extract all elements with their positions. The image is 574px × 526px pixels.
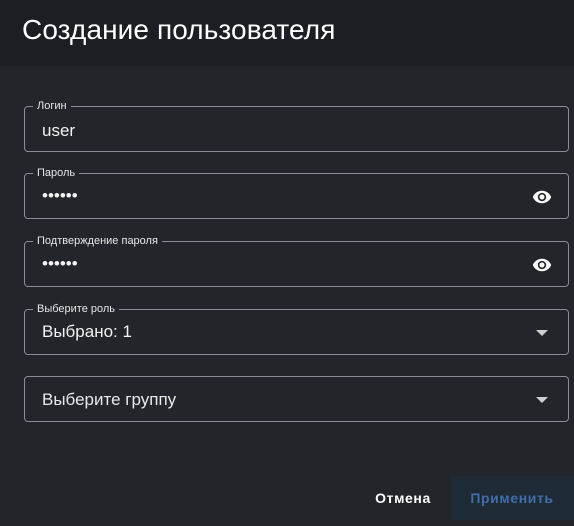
eye-icon[interactable] [530,187,554,207]
login-input[interactable]: user [42,121,75,141]
chevron-down-icon[interactable] [536,330,548,336]
dialog-header: Создание пользователя [0,0,574,66]
role-select[interactable]: Выберите роль Выбрано: 1 [24,302,569,355]
confirm-password-field[interactable]: Подтверждение пароля •••••• [24,234,569,287]
role-value: Выбрано: 1 [42,322,132,341]
confirm-password-input[interactable]: •••••• [42,254,78,274]
password-field[interactable]: Пароль •••••• [24,166,569,219]
group-select[interactable]: Выберите группу [24,376,569,422]
dialog-title: Создание пользователя [22,14,336,45]
create-user-dialog: Создание пользователя Логин user Пароль … [0,0,574,526]
chevron-down-icon[interactable] [536,397,548,403]
group-placeholder: Выберите группу [42,390,177,409]
cancel-button[interactable]: Отмена [362,478,444,518]
login-field[interactable]: Логин user [24,99,569,152]
password-label: Пароль [33,166,80,180]
apply-button[interactable]: Применить [450,476,574,520]
eye-icon[interactable] [530,255,554,275]
confirm-password-label: Подтверждение пароля [33,234,162,248]
password-input[interactable]: •••••• [42,186,78,206]
login-label: Логин [33,99,71,113]
role-label: Выберите роль [33,302,120,316]
